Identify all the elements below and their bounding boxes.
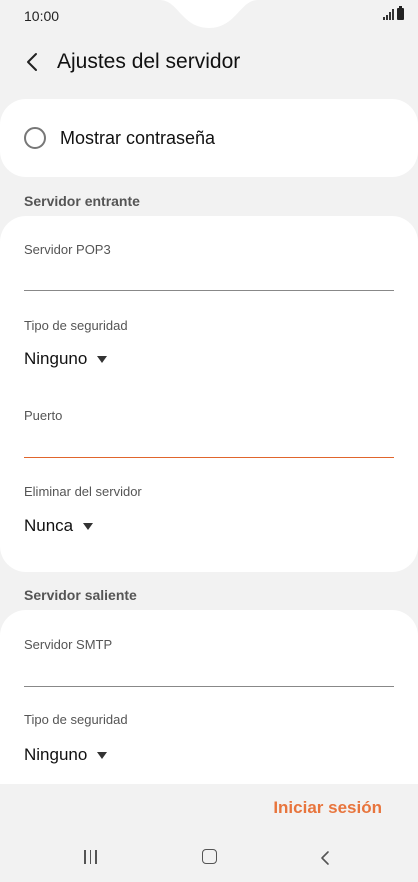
delete-from-server-dropdown[interactable]: Nunca: [24, 516, 94, 536]
smtp-server-underline: [24, 686, 394, 687]
recents-icon[interactable]: [84, 850, 97, 864]
port-underline: [24, 457, 394, 458]
outgoing-server-card: Servidor SMTP Tipo de seguridad Ninguno: [0, 610, 418, 810]
port-label: Puerto: [24, 408, 63, 423]
incoming-security-label: Tipo de seguridad: [24, 318, 128, 333]
radio-unchecked-icon[interactable]: [24, 127, 46, 149]
incoming-security-value: Ninguno: [24, 349, 88, 368]
outgoing-security-value: Ninguno: [24, 745, 88, 764]
status-icons: [383, 6, 404, 20]
incoming-section-title: Servidor entrante: [24, 193, 140, 209]
status-time: 10:00: [24, 8, 60, 24]
home-icon[interactable]: [202, 849, 217, 864]
dropdown-arrow-icon: [97, 355, 108, 363]
outgoing-security-label: Tipo de seguridad: [24, 712, 128, 727]
system-nav-bar: [0, 840, 418, 882]
dropdown-arrow-icon: [97, 751, 108, 759]
pop3-server-underline: [24, 290, 394, 291]
back-arrow-icon[interactable]: [22, 50, 44, 74]
page-title: Ajustes del servidor: [57, 50, 241, 73]
camera-notch: [160, 0, 258, 28]
signal-icon: [383, 8, 394, 20]
port-input[interactable]: [24, 428, 394, 454]
smtp-server-label: Servidor SMTP: [24, 637, 113, 652]
delete-from-server-label: Eliminar del servidor: [24, 484, 142, 499]
show-password-toggle[interactable]: Mostrar contraseña: [0, 99, 418, 177]
pop3-server-input[interactable]: [24, 262, 394, 288]
smtp-server-input[interactable]: [24, 658, 394, 684]
battery-icon: [397, 6, 404, 20]
incoming-security-dropdown[interactable]: Ninguno: [24, 349, 108, 369]
show-password-label: Mostrar contraseña: [60, 128, 216, 148]
dropdown-arrow-icon: [83, 522, 94, 530]
delete-from-server-value: Nunca: [24, 516, 74, 535]
incoming-server-card: Servidor POP3 Tipo de seguridad Ninguno …: [0, 216, 418, 572]
status-bar: 10:00: [0, 0, 418, 34]
show-password-card: Mostrar contraseña: [0, 99, 418, 177]
outgoing-security-dropdown[interactable]: Ninguno: [24, 745, 108, 765]
app-bar: Ajustes del servidor: [0, 34, 418, 90]
nav-back-icon[interactable]: [318, 849, 332, 867]
sign-in-button[interactable]: Iniciar sesión: [273, 798, 382, 818]
pop3-server-label: Servidor POP3: [24, 242, 111, 257]
outgoing-section-title: Servidor saliente: [24, 587, 137, 603]
